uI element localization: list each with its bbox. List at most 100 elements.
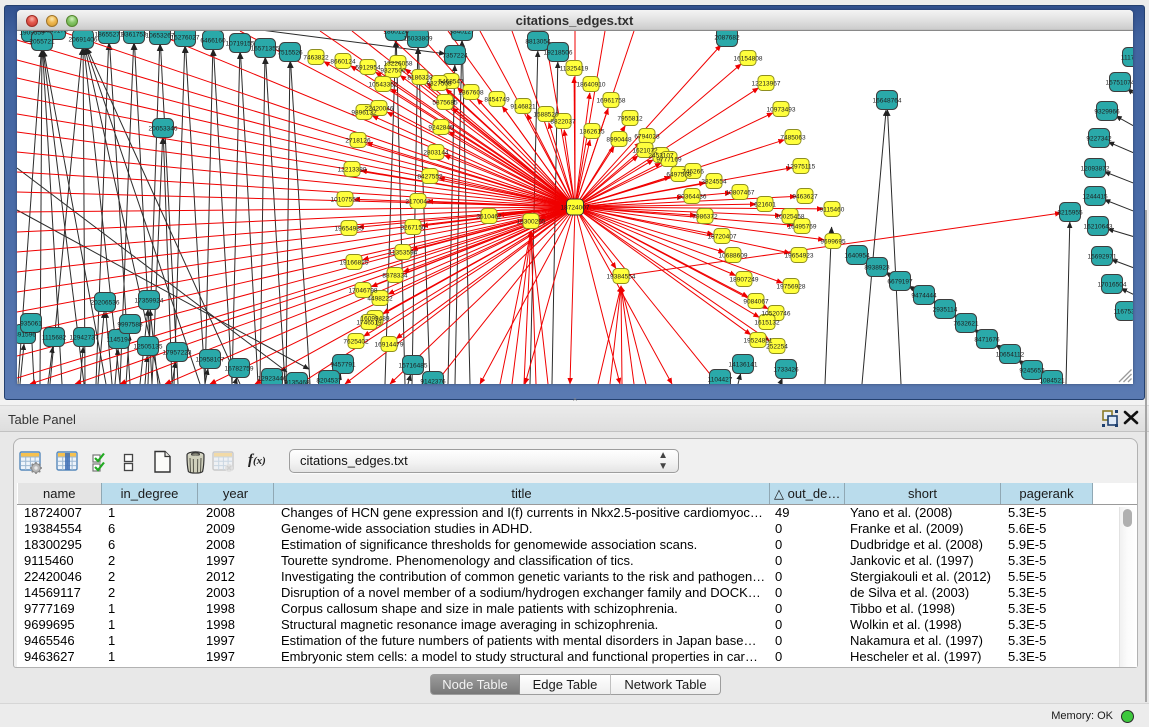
svg-text:8471676: 8471676 [974,337,1000,344]
svg-text:19654985: 19654985 [335,226,364,233]
svg-text:19218506: 19218506 [544,50,573,57]
svg-text:252254: 252254 [766,344,788,351]
svg-text:9997588: 9997588 [117,322,143,329]
svg-text:10973493: 10973493 [767,107,796,114]
svg-text:391596: 391596 [17,332,36,339]
svg-text:8454749: 8454749 [484,97,510,104]
svg-text:1909559: 1909559 [19,31,45,37]
svg-text:20691406: 20691406 [69,37,98,44]
svg-text:1733426: 1733426 [773,367,799,374]
svg-text:9245652: 9245652 [1019,368,1045,375]
svg-text:2049178: 2049178 [42,31,68,35]
svg-text:10958107: 10958107 [196,357,225,364]
svg-text:17046798: 17046798 [349,288,378,295]
svg-text:4498222: 4498222 [367,296,393,303]
svg-text:1362615: 1362615 [579,129,605,136]
svg-text:16210643: 16210643 [1084,224,1113,231]
svg-text:6794028: 6794028 [634,134,660,141]
svg-text:17359924: 17359924 [135,298,164,305]
svg-text:2055721: 2055721 [29,39,55,46]
svg-text:8990448: 8990448 [606,137,632,144]
svg-text:9463627: 9463627 [792,194,818,201]
svg-text:12923446: 12923446 [258,376,287,383]
svg-text:3824554: 3824554 [701,179,727,186]
svg-text:9329966: 9329966 [1094,109,1120,116]
svg-text:1145194: 1145194 [107,337,132,344]
svg-text:19654923: 19654923 [785,253,814,260]
svg-text:18724007: 18724007 [561,205,590,212]
svg-text:10543362: 10543362 [369,82,398,89]
svg-text:19384554: 19384554 [607,274,636,281]
svg-text:8813054: 8813054 [525,39,551,46]
svg-text:8660124: 8660124 [330,59,356,66]
svg-text:11353594: 11353594 [389,250,418,257]
svg-text:13226058: 13226058 [384,61,413,68]
svg-text:16033809: 16033809 [404,36,433,43]
svg-text:9242845: 9242845 [428,125,454,132]
svg-text:19756928: 19756928 [777,284,806,291]
svg-text:7625402: 7625402 [343,339,369,346]
svg-text:17957223: 17957223 [163,350,192,357]
svg-text:10025458: 10025458 [776,214,805,221]
svg-text:1104427: 1104427 [708,377,733,384]
svg-text:8840127: 8840127 [449,31,475,36]
svg-text:19166825: 19166825 [340,260,369,267]
svg-text:7632621: 7632621 [953,321,979,328]
svg-text:16571355: 16571355 [251,46,280,53]
svg-text:16782759: 16782759 [225,366,254,373]
svg-text:18655271: 18655271 [95,32,124,39]
svg-text:7357224: 7357224 [442,53,468,60]
svg-text:1746519: 1746519 [356,320,382,327]
svg-text:11325419: 11325419 [560,66,589,73]
svg-text:9084067: 9084067 [743,299,769,306]
svg-text:1117345: 1117345 [1121,55,1133,62]
svg-text:2170042: 2170042 [405,199,431,206]
svg-text:5875685: 5875685 [432,100,458,107]
svg-text:5912954: 5912954 [355,65,381,72]
svg-text:9474444: 9474444 [911,293,937,300]
svg-text:3610462: 3610462 [476,214,502,221]
svg-text:14136141: 14136141 [729,362,758,369]
svg-text:1084521: 1084521 [1039,378,1065,385]
svg-text:2087682: 2087682 [714,35,740,42]
svg-text:8267150: 8267150 [400,225,426,232]
svg-text:16495769: 16495769 [788,224,817,231]
svg-text:9327500: 9327500 [380,68,406,75]
svg-text:9457791: 9457791 [330,362,356,369]
svg-text:1115682: 1115682 [42,335,67,342]
svg-text:12942737: 12942737 [70,335,99,342]
svg-text:15716485: 15716485 [399,363,428,370]
svg-text:2367608: 2367608 [458,90,484,97]
svg-text:12213389: 12213389 [338,167,367,174]
svg-text:16648764: 16648764 [873,98,902,105]
svg-text:10520746: 10520746 [762,311,791,318]
svg-text:18907249: 18907249 [730,277,759,284]
svg-text:9699695: 9699695 [820,239,846,246]
svg-text:18640910: 18640910 [577,82,606,89]
svg-text:8215955: 8215955 [1057,210,1083,217]
svg-text:8427552: 8427552 [417,174,443,181]
svg-text:9227342: 9227342 [1086,136,1112,143]
svg-text:2935114: 2935114 [933,307,958,314]
svg-text:2718126: 2718126 [345,138,371,145]
svg-text:12505135: 12505135 [134,344,163,351]
svg-text:746266: 746266 [682,169,704,176]
svg-text:15692971: 15692971 [1088,254,1117,261]
svg-text:9142376: 9142376 [420,379,446,385]
svg-text:15751074: 15751074 [1106,80,1133,87]
svg-text:7485063: 7485063 [780,135,806,142]
svg-text:7955812: 7955812 [617,116,643,123]
svg-text:18300295: 18300295 [517,219,546,226]
svg-text:6466160: 6466160 [200,38,226,45]
svg-text:16961758: 16961758 [597,98,626,105]
svg-text:1244415: 1244415 [1082,194,1108,201]
svg-text:18720407: 18720407 [708,234,737,241]
svg-text:12213967: 12213967 [752,81,781,88]
svg-text:8878334: 8878334 [382,273,408,280]
svg-text:2803144: 2803144 [423,150,449,157]
svg-text:15276027: 15276027 [171,35,200,42]
svg-text:10807467: 10807467 [726,190,755,197]
svg-text:1167533: 1167533 [1114,309,1133,316]
svg-text:9146821: 9146821 [510,104,536,111]
svg-text:20364436: 20364436 [678,194,707,201]
